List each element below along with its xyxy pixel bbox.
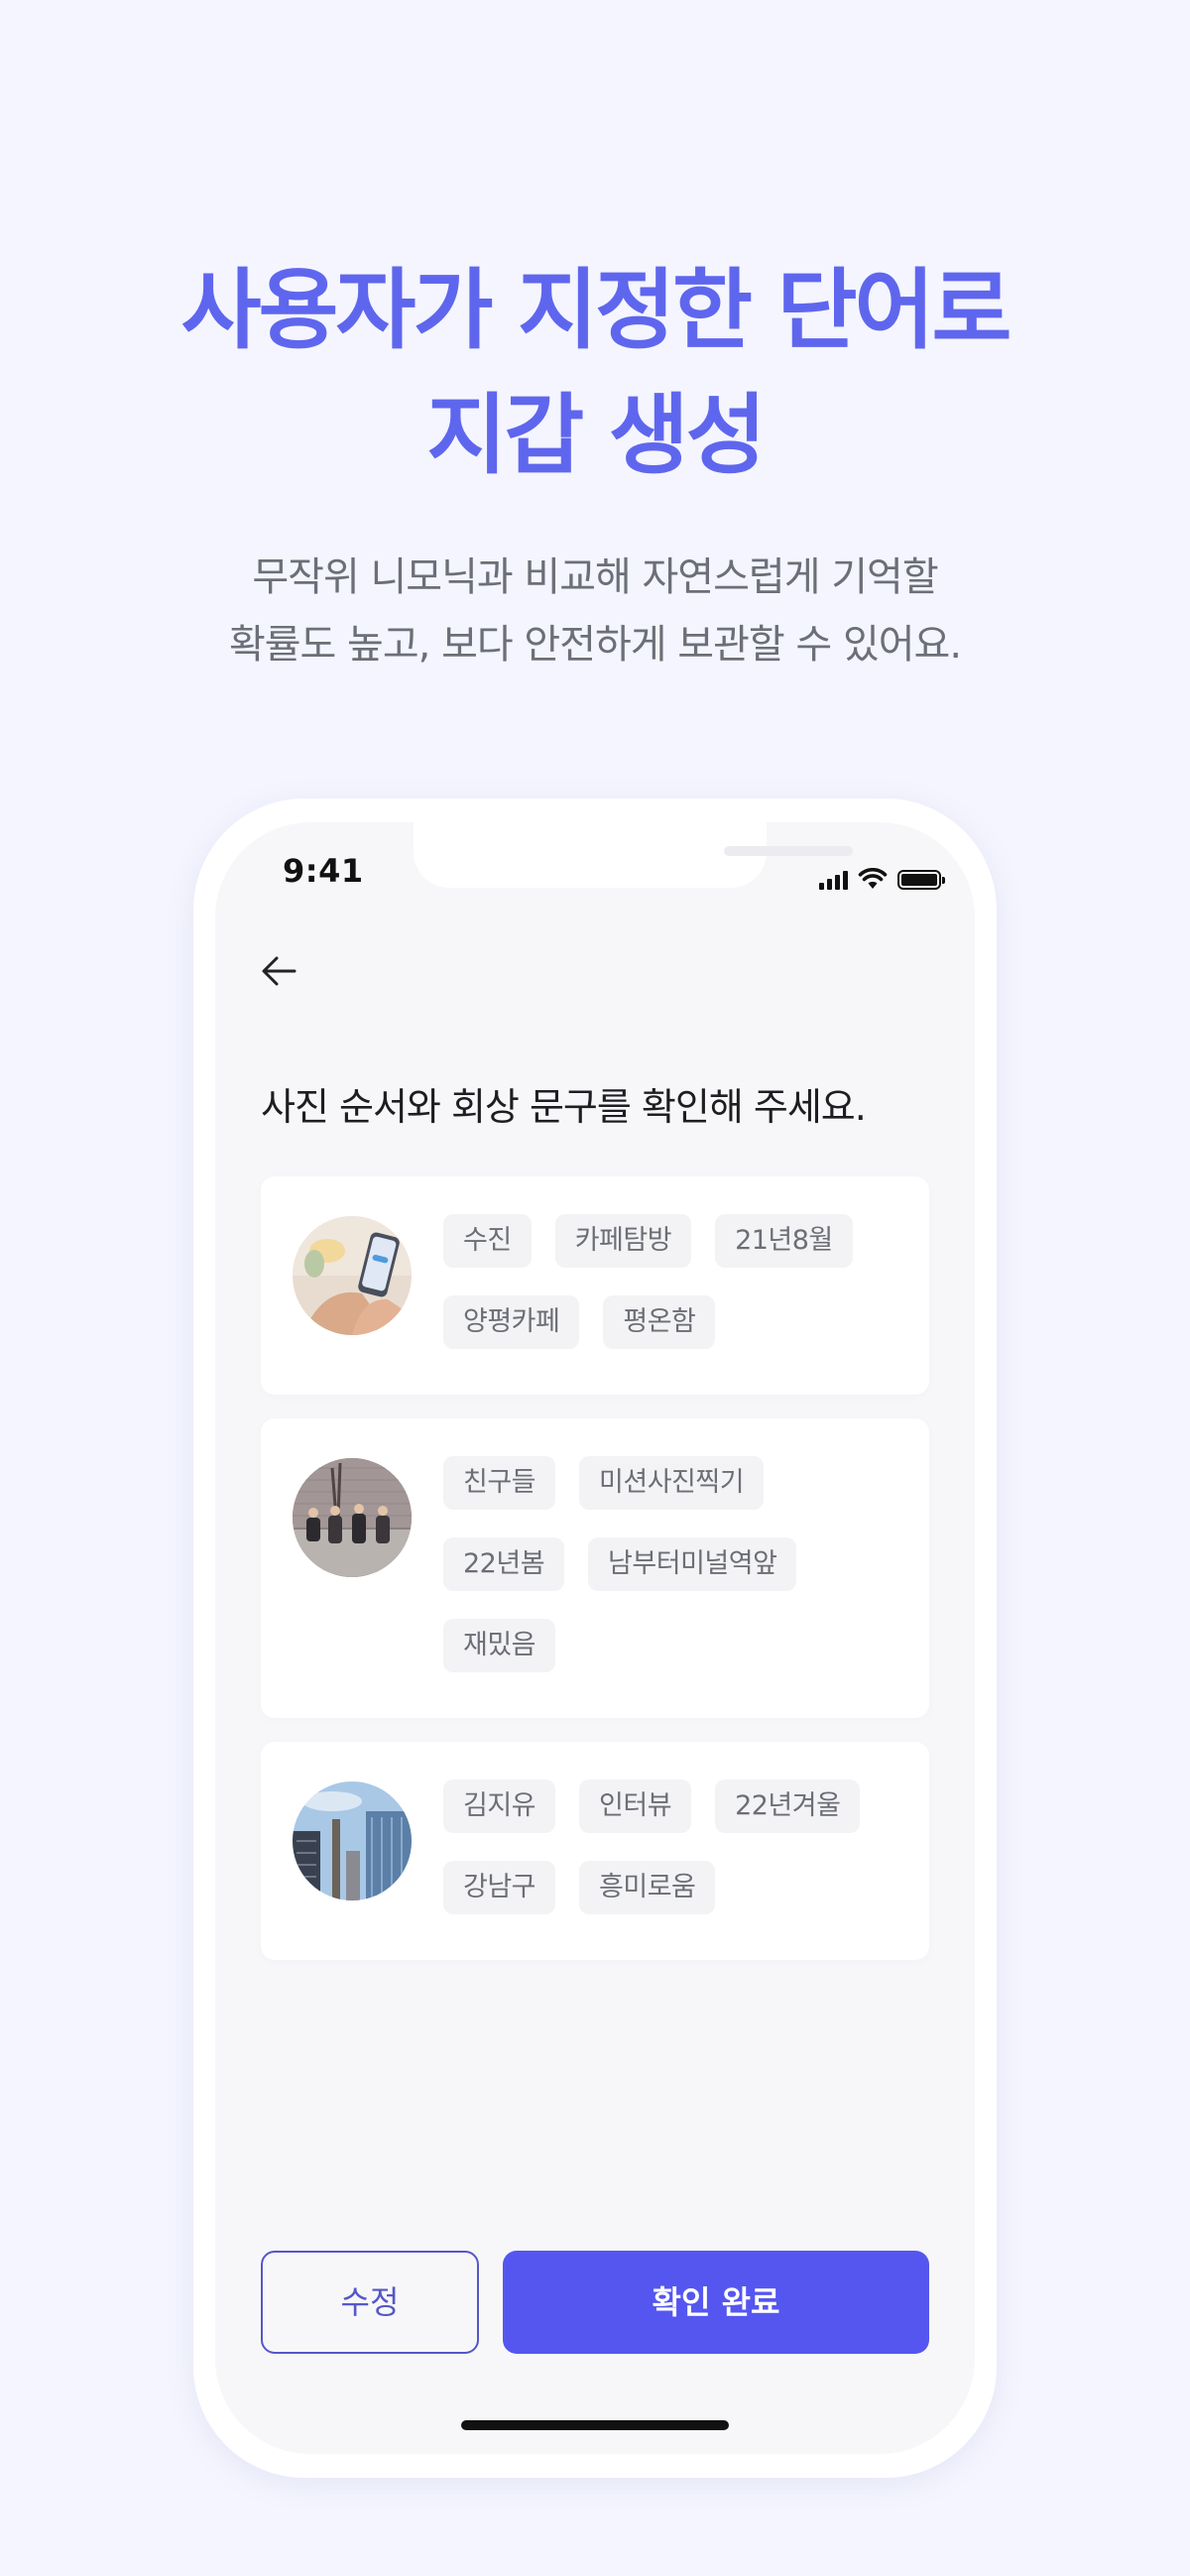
edit-button[interactable]: 수정 <box>261 2251 479 2354</box>
tag: 카페탐방 <box>554 1214 692 1268</box>
tag: 친구들 <box>443 1456 556 1510</box>
hero-headline: 사용자가 지정한 단어로 지갑 생성 <box>0 248 1190 498</box>
tag: 미션사진찍기 <box>579 1456 765 1510</box>
photo-thumbnail-1 <box>293 1216 412 1335</box>
confirm-button[interactable]: 확인 완료 <box>503 2251 929 2354</box>
speaker <box>724 846 853 856</box>
screen-title: 사진 순서와 회상 문구를 확인해 주세요. <box>261 1085 867 1129</box>
tag: 재밌음 <box>443 1619 556 1672</box>
tag: 김지유 <box>443 1779 556 1833</box>
photo-thumbnail-3 <box>293 1781 412 1901</box>
tag: 22년겨울 <box>715 1779 861 1833</box>
battery-icon <box>897 870 945 890</box>
signal-icon <box>819 868 848 890</box>
tag: 22년봄 <box>443 1537 565 1591</box>
hero-headline-line2: 지갑 생성 <box>426 384 766 486</box>
hero-subtext: 무작위 니모닉과 비교해 자연스럽게 기억할 확률도 높고, 보다 안전하게 보… <box>0 544 1190 678</box>
photo-thumbnail-2 <box>293 1458 412 1577</box>
tag-group-1: 수진 카페탐방 21년8월 양평카페 평온함 <box>443 1214 909 1377</box>
tag-group-3: 김지유 인터뷰 22년겨울 강남구 흥미로움 <box>443 1779 909 1942</box>
phone-mockup: 9:41 사진 순서와 회상 문구를 확인해 주세요. 수진 카페탐방 21년8… <box>193 798 997 2478</box>
tag: 양평카페 <box>443 1295 580 1349</box>
hero-subtext-line2: 확률도 높고, 보다 안전하게 보관할 수 있어요. <box>228 622 962 668</box>
tag: 평온함 <box>603 1295 716 1349</box>
home-indicator <box>461 2420 729 2430</box>
phone-screen: 9:41 사진 순서와 회상 문구를 확인해 주세요. 수진 카페탐방 21년8… <box>215 822 975 2454</box>
phone-notch <box>414 822 853 888</box>
memory-card-1[interactable]: 수진 카페탐방 21년8월 양평카페 평온함 <box>261 1176 929 1395</box>
wifi-icon <box>858 868 888 889</box>
tag: 수진 <box>443 1214 532 1268</box>
tag: 흥미로움 <box>579 1861 716 1914</box>
status-time: 9:41 <box>283 852 364 890</box>
back-arrow-icon[interactable] <box>253 941 312 1001</box>
tag: 21년8월 <box>715 1214 853 1268</box>
hero-headline-line1: 사용자가 지정한 단어로 <box>180 259 1012 361</box>
tag-group-2: 친구들 미션사진찍기 22년봄 남부터미널역앞 재밌음 <box>443 1456 909 1700</box>
tag: 강남구 <box>443 1861 556 1914</box>
tag: 인터뷰 <box>579 1779 692 1833</box>
status-icons <box>819 862 945 890</box>
memory-card-3[interactable]: 김지유 인터뷰 22년겨울 강남구 흥미로움 <box>261 1742 929 1960</box>
memory-card-2[interactable]: 친구들 미션사진찍기 22년봄 남부터미널역앞 재밌음 <box>261 1418 929 1718</box>
tag: 남부터미널역앞 <box>588 1537 797 1591</box>
hero-subtext-line1: 무작위 니모닉과 비교해 자연스럽게 기억할 <box>252 554 938 600</box>
